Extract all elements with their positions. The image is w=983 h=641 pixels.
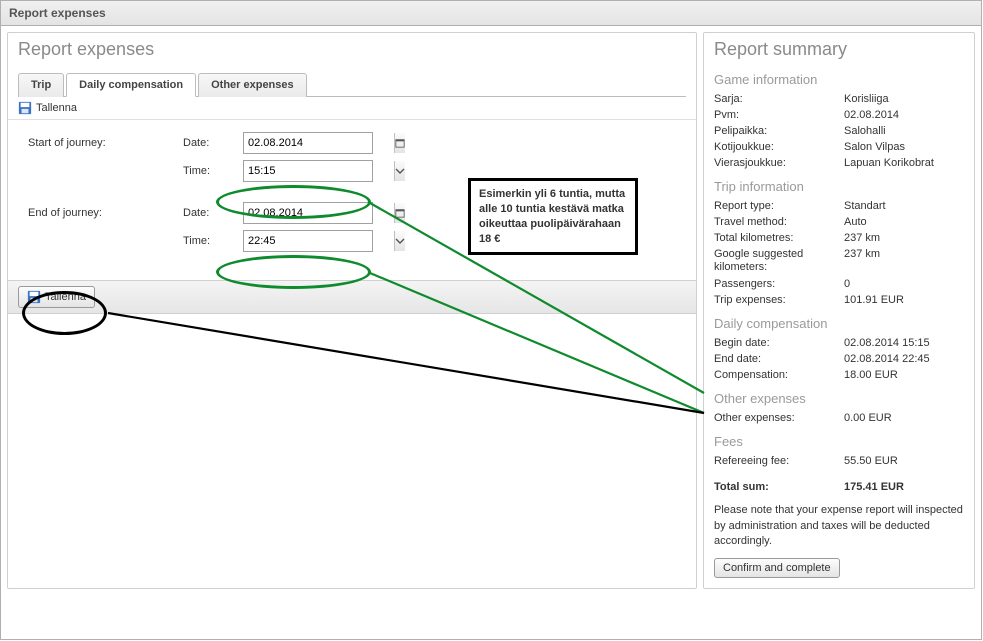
start-time-input[interactable] xyxy=(243,160,373,182)
referee-fee-value: 55.50 EUR xyxy=(844,455,964,467)
end-of-journey-label: End of journey: xyxy=(28,207,183,219)
end-date-input[interactable] xyxy=(243,202,373,224)
compensation-value: 18.00 EUR xyxy=(844,369,964,381)
total-km-value: 237 km xyxy=(844,232,964,244)
trip-expenses-value: 101.91 EUR xyxy=(844,294,964,306)
end-date-field[interactable] xyxy=(244,203,394,223)
sarja-value: Korisliiga xyxy=(844,93,964,105)
google-km-label: Google suggested kilometers: xyxy=(714,248,844,274)
calendar-icon[interactable] xyxy=(394,203,405,223)
save-button-label: Tallenna xyxy=(45,291,86,303)
save-icon xyxy=(27,290,41,304)
vierasjoukkue-value: Lapuan Korikobrat xyxy=(844,157,964,169)
begin-date-value: 02.08.2014 15:15 xyxy=(844,337,964,349)
calendar-icon[interactable] xyxy=(394,133,405,153)
tab-bar: Trip Daily compensation Other expenses xyxy=(18,68,686,97)
tab-trip[interactable]: Trip xyxy=(18,73,64,97)
toolbar-save-link[interactable]: Tallenna xyxy=(36,102,77,114)
fees-heading: Fees xyxy=(714,434,964,449)
date-label: Date: xyxy=(183,137,243,149)
kotijoukkue-value: Salon Vilpas xyxy=(844,141,964,153)
vierasjoukkue-label: Vierasjoukkue: xyxy=(714,157,844,169)
disclaimer-text: Please note that your expense report wil… xyxy=(714,503,964,549)
tab-daily-compensation[interactable]: Daily compensation xyxy=(66,73,196,97)
pvm-label: Pvm: xyxy=(714,109,844,121)
google-km-value: 237 km xyxy=(844,248,964,274)
referee-fee-label: Refereeing fee: xyxy=(714,455,844,467)
save-icon xyxy=(18,101,32,115)
confirm-complete-button[interactable]: Confirm and complete xyxy=(714,558,840,578)
trip-info-heading: Trip information xyxy=(714,179,964,194)
start-date-field[interactable] xyxy=(244,133,394,153)
page-title: Report expenses xyxy=(8,39,696,68)
end-time-input[interactable] xyxy=(243,230,373,252)
daily-comp-heading: Daily compensation xyxy=(714,316,964,331)
report-type-label: Report type: xyxy=(714,200,844,212)
report-type-value: Standart xyxy=(844,200,964,212)
summary-title: Report summary xyxy=(714,39,964,64)
toolbar: Tallenna xyxy=(8,97,696,120)
travel-method-label: Travel method: xyxy=(714,216,844,228)
form-footer: Tallenna xyxy=(8,280,696,314)
start-time-field[interactable] xyxy=(244,161,394,181)
pvm-value: 02.08.2014 xyxy=(844,109,964,121)
total-sum-value: 175.41 EUR xyxy=(844,481,964,493)
summary-panel: Report summary Game information Sarja:Ko… xyxy=(703,32,975,589)
pelipaikka-value: Salohalli xyxy=(844,125,964,137)
kotijoukkue-label: Kotijoukkue: xyxy=(714,141,844,153)
pelipaikka-label: Pelipaikka: xyxy=(714,125,844,137)
total-sum-label: Total sum: xyxy=(714,481,844,493)
other-expenses-heading: Other expenses xyxy=(714,391,964,406)
begin-date-label: Begin date: xyxy=(714,337,844,349)
chevron-down-icon[interactable] xyxy=(394,161,405,181)
other-expenses-label: Other expenses: xyxy=(714,412,844,424)
chevron-down-icon[interactable] xyxy=(394,231,405,251)
other-expenses-value: 0.00 EUR xyxy=(844,412,964,424)
time-label: Time: xyxy=(183,235,243,247)
time-label: Time: xyxy=(183,165,243,177)
game-info-heading: Game information xyxy=(714,72,964,87)
end-time-field[interactable] xyxy=(244,231,394,251)
total-km-label: Total kilometres: xyxy=(714,232,844,244)
sarja-label: Sarja: xyxy=(714,93,844,105)
compensation-label: Compensation: xyxy=(714,369,844,381)
end-date-label: End date: xyxy=(714,353,844,365)
start-of-journey-label: Start of journey: xyxy=(28,137,183,149)
end-date-value: 02.08.2014 22:45 xyxy=(844,353,964,365)
main-panel: Report expenses Trip Daily compensation … xyxy=(7,32,697,589)
passengers-label: Passengers: xyxy=(714,278,844,290)
trip-expenses-label: Trip expenses: xyxy=(714,294,844,306)
save-button[interactable]: Tallenna xyxy=(18,286,95,308)
tab-other-expenses[interactable]: Other expenses xyxy=(198,73,307,97)
annotation-callout: Esimerkin yli 6 tuntia, mutta alle 10 tu… xyxy=(468,178,638,255)
passengers-value: 0 xyxy=(844,278,964,290)
window-title: Report expenses xyxy=(1,1,981,26)
date-label: Date: xyxy=(183,207,243,219)
start-date-input[interactable] xyxy=(243,132,373,154)
travel-method-value: Auto xyxy=(844,216,964,228)
